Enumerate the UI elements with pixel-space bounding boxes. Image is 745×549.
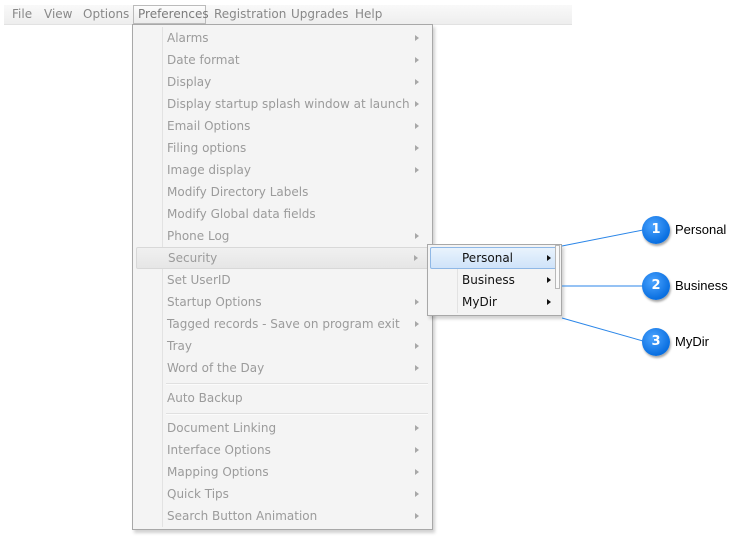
callout-label-business: Business xyxy=(675,278,728,293)
callout-badge-1: 1 xyxy=(642,216,670,244)
callout-badge-2: 2 xyxy=(642,272,670,300)
callout-line-1 xyxy=(561,229,644,247)
callout-line-3 xyxy=(561,317,644,342)
callout-label-personal: Personal xyxy=(675,222,727,237)
callout-label-mydir: MyDir xyxy=(675,334,709,349)
callout-connectors xyxy=(561,229,644,342)
callout-badge-3: 3 xyxy=(642,328,670,356)
